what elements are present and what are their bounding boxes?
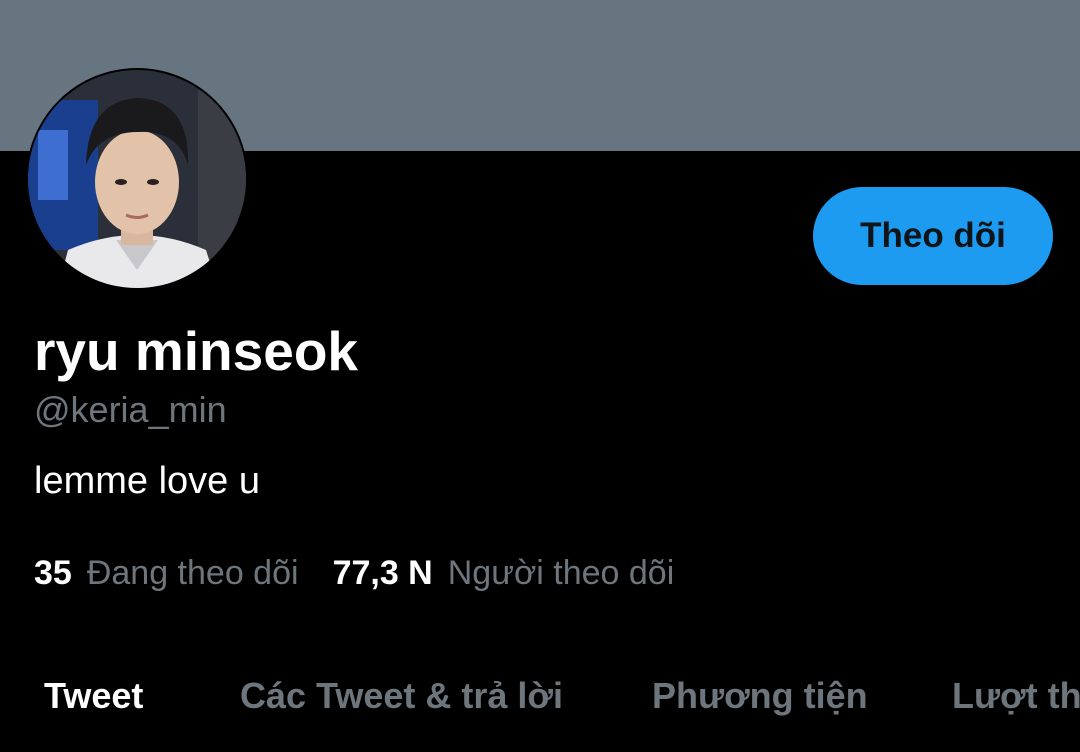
bio: lemme love u: [34, 460, 260, 502]
followers-label: Người theo dõi: [447, 554, 675, 592]
following-label: Đang theo dõi: [86, 554, 299, 592]
follow-button[interactable]: Theo dõi: [813, 187, 1053, 285]
following-stat[interactable]: 35 Đang theo dõi: [34, 551, 299, 595]
follow-stats: 35 Đang theo dõi 77,3 N Người theo dõi: [34, 551, 674, 595]
profile-tabs: Tweet Các Tweet & trả lời Phương tiện Lư…: [0, 665, 1080, 727]
following-count: 35: [34, 554, 72, 592]
avatar[interactable]: [26, 68, 248, 290]
tab-tweets[interactable]: Tweet: [44, 665, 143, 727]
followers-count: 77,3 N: [332, 554, 433, 592]
user-handle: @keria_min: [34, 389, 227, 430]
tab-media[interactable]: Phương tiện: [652, 665, 868, 727]
display-name: ryu minseok: [34, 320, 359, 382]
tab-likes[interactable]: Lượt thích: [952, 665, 1080, 727]
tab-tweets-and-replies[interactable]: Các Tweet & trả lời: [240, 665, 563, 727]
followers-stat[interactable]: 77,3 N Người theo dõi: [333, 551, 675, 595]
